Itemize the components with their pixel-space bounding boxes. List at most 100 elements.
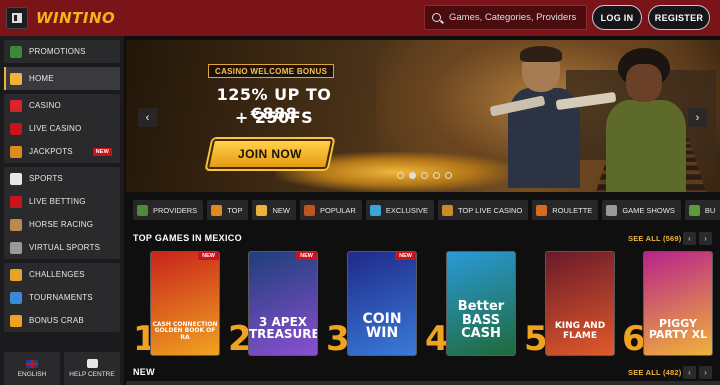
horseshoe-icon [10,145,22,158]
join-now-button[interactable]: JOIN NOW [206,139,334,169]
horse-icon [10,218,22,231]
tab-label: TOP LIVE CASINO [457,205,523,215]
top-games-next-button[interactable]: › [699,232,712,245]
brand-logo[interactable]: WINTINO [36,9,115,27]
sidebar-item-challenges[interactable]: CHALLENGES [4,263,120,286]
sidebar-item-promotions[interactable]: PROMOTIONS [4,40,120,63]
new-badge: NEW [92,148,112,156]
tab-bu[interactable]: BU [684,200,720,220]
sidebar-group: CASINO LIVE CASINO JACKPOTS NEW [4,94,120,163]
sidebar: PROMOTIONS HOME CASINO LIVE CASINO JACKPOTS N… [0,36,124,385]
sidebar-item-live-betting[interactable]: LIVE BETTING [4,190,120,213]
new-ribbon: NEW [296,252,317,260]
carousel-dot[interactable] [445,172,452,179]
sidebar-item-home[interactable]: HOME [4,67,120,90]
game-card[interactable]: 3 APEX TREASURES NEW [248,251,318,356]
sidebar-item-label: LIVE BETTING [29,197,86,206]
tab-popular[interactable]: POPULAR [299,200,362,220]
soccer-ball-icon [10,172,22,185]
controller-icon [10,241,22,254]
help-centre-button[interactable]: HELP CENTRE [64,352,120,385]
new-ribbon: NEW [198,252,219,260]
chevron-left-icon: ‹ [688,234,691,243]
tab-new[interactable]: NEW [252,200,296,220]
tab-label: BU [704,205,716,215]
new-games-prev-button[interactable]: ‹ [683,366,696,379]
sidebar-item-label: BONUS CRAB [29,316,84,325]
lightning-icon [256,204,268,216]
sidebar-item-live-casino[interactable]: LIVE CASINO [4,117,120,140]
top-games-prev-button[interactable]: ‹ [683,232,696,245]
search-placeholder: Games, Categories, Providers [449,12,577,23]
crown-icon [211,204,223,216]
tab-label: NEW [272,205,290,215]
sidebar-item-bonus-crab[interactable]: BONUS CRAB [4,309,120,332]
live-dealer-icon [441,204,453,216]
carousel-dot[interactable] [433,172,440,179]
game-title: 3 APEX TREASURES [249,314,317,342]
carousel-dots [397,172,452,179]
chevron-right-icon: › [704,368,707,377]
tab-label: PROVIDERS [153,205,198,215]
live-betting-icon [10,195,22,208]
tab-top[interactable]: TOP [207,200,249,220]
top-games-see-all[interactable]: SEE ALL (569) [628,234,681,243]
tab-game-shows[interactable]: GAME SHOWS [602,200,681,220]
game-card[interactable]: Better BASS CASH [446,251,516,356]
chevron-left-icon: ‹ [688,368,691,377]
sidebar-item-label: HORSE RACING [29,220,94,229]
carousel-dot[interactable] [397,172,404,179]
game-title: Better BASS CASH [457,299,505,342]
top-games-title: TOP GAMES IN MEXICO [133,233,242,243]
carousel-dot[interactable] [421,172,428,179]
banner-prev-button[interactable]: ‹ [138,108,157,127]
game-card[interactable]: PIGGY PARTY XL [643,251,713,356]
menu-toggle-button[interactable] [6,7,28,29]
banner-next-button[interactable]: › [688,108,707,127]
crab-icon [10,314,22,327]
join-now-label: JOIN NOW [238,147,302,161]
tab-top-live-casino[interactable]: TOP LIVE CASINO [437,200,529,220]
diamond-icon [369,204,381,216]
game-card[interactable]: KING AND FLAME [545,251,615,356]
register-button[interactable]: REGISTER [648,5,710,30]
sidebar-item-horse-racing[interactable]: HORSE RACING [4,213,120,236]
sidebar-item-label: SPORTS [29,174,63,183]
sidebar-item-label: LIVE CASINO [29,124,82,133]
menu-icon [12,13,22,23]
cherry-icon [10,99,22,112]
roulette-icon [536,204,548,216]
carousel-dot[interactable] [409,172,416,179]
new-games-title: NEW [133,367,155,377]
language-selector[interactable]: ENGLISH [4,352,60,385]
chevron-right-icon: › [704,234,707,243]
game-card[interactable]: COIN WIN NEW [347,251,417,356]
promo-banner[interactable]: CASINO WELCOME BONUS 125% UP TO €888 + 2… [126,40,720,192]
sidebar-item-jackpots[interactable]: JACKPOTS NEW [4,140,120,163]
tab-exclusive[interactable]: EXCLUSIVE [365,200,434,220]
uk-flag-icon [26,359,38,368]
new-games-see-all[interactable]: SEE ALL (482) [628,368,681,377]
sidebar-item-sports[interactable]: SPORTS [4,167,120,190]
tab-roulette[interactable]: ROULETTE [532,200,599,220]
banner-character-left [489,46,591,188]
sidebar-item-virtual-sports[interactable]: VIRTUAL SPORTS [4,236,120,259]
tab-label: ROULETTE [552,205,593,215]
language-label: ENGLISH [17,370,47,378]
home-icon [10,72,22,85]
sidebar-item-tournaments[interactable]: TOURNAMENTS [4,286,120,309]
flame-icon [303,204,315,216]
chevron-left-icon: ‹ [145,111,150,124]
new-games-next-button[interactable]: › [699,366,712,379]
search-input[interactable]: Games, Categories, Providers [424,5,587,30]
sidebar-item-label: VIRTUAL SPORTS [29,243,101,252]
live-casino-icon [10,122,22,135]
promo-tag: CASINO WELCOME BONUS [208,64,335,78]
tab-providers[interactable]: PROVIDERS [133,200,204,220]
sidebar-item-label: CHALLENGES [29,270,85,279]
login-button[interactable]: LOG IN [592,5,642,30]
game-card[interactable]: CASH CONNECTION GOLDEN BOOK OF RA NEW [150,251,220,356]
help-label: HELP CENTRE [69,371,115,378]
sidebar-item-casino[interactable]: CASINO [4,94,120,117]
providers-icon [137,204,148,216]
